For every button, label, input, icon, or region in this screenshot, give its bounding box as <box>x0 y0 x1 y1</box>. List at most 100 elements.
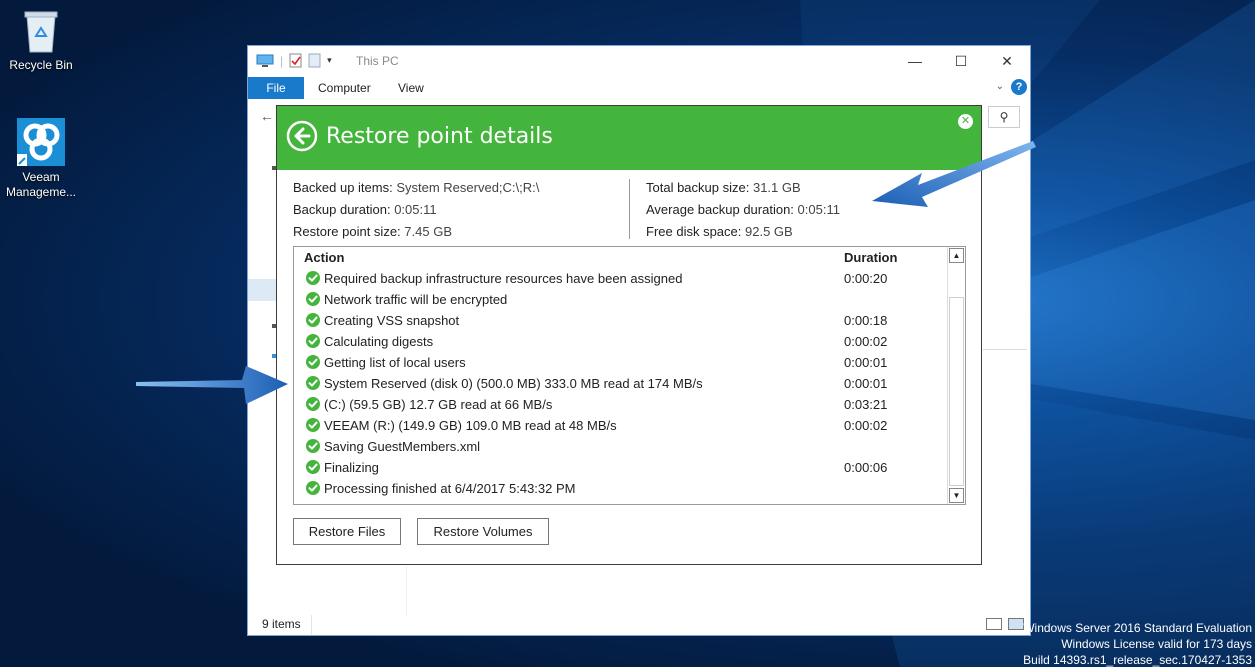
new-folder-icon[interactable] <box>308 53 321 68</box>
explorer-title-bar[interactable]: | ▾ This PC — ☐ ✕ <box>248 46 1030 76</box>
info-key: Free disk space: <box>646 224 742 239</box>
large-icons-view-icon[interactable] <box>1008 618 1024 630</box>
info-row: Restore point size: 7.45 GB <box>293 221 539 243</box>
success-check-icon <box>306 481 320 495</box>
info-key: Backup duration: <box>293 202 391 217</box>
maximize-button[interactable]: ☐ <box>938 50 984 72</box>
table-row[interactable]: Network traffic will be encrypted <box>294 289 947 310</box>
table-header: Action Duration <box>294 247 947 267</box>
row-action: VEEAM (R:) (149.9 GB) 109.0 MB read at 4… <box>324 418 617 433</box>
close-icon[interactable]: ✕ <box>958 114 973 129</box>
row-duration: 0:00:01 <box>844 376 888 391</box>
divider <box>983 349 1027 350</box>
desktop-icon-recycle-bin[interactable]: Recycle Bin <box>0 8 82 73</box>
watermark-line: Build 14393.rs1_release_sec.170427-1353 <box>1023 653 1252 667</box>
restore-volumes-button[interactable]: Restore Volumes <box>417 518 549 545</box>
watermark-line: Windows License valid for 173 days <box>1061 637 1252 651</box>
table-row[interactable]: Finalizing 0:00:06 <box>294 457 947 478</box>
quick-access-toolbar: | ▾ <box>256 53 332 68</box>
minimize-button[interactable]: — <box>892 50 938 72</box>
success-check-icon <box>306 355 320 369</box>
details-view-icon[interactable] <box>986 618 1002 630</box>
table-row[interactable]: Saving GuestMembers.xml <box>294 436 947 457</box>
table-row[interactable]: Required backup infrastructure resources… <box>294 268 947 289</box>
info-key: Restore point size: <box>293 224 401 239</box>
status-item-count: 9 items <box>262 617 301 631</box>
success-check-icon <box>306 418 320 432</box>
veeam-icon <box>17 118 65 166</box>
help-icon[interactable]: ? <box>1011 79 1027 95</box>
back-circle-icon[interactable] <box>286 120 318 152</box>
watermark-line: Windows Server 2016 Standard Evaluation <box>1023 621 1252 635</box>
nav-pane-selected-item[interactable] <box>248 279 276 301</box>
windows-watermark: Windows Server 2016 Standard Evaluation … <box>1023 620 1252 667</box>
info-value: 92.5 GB <box>745 224 793 239</box>
tab-view[interactable]: View <box>398 81 424 95</box>
toolbar-separator: | <box>280 53 284 68</box>
scrollbar-thumb[interactable] <box>949 297 964 486</box>
row-action: Processing finished at 6/4/2017 5:43:32 … <box>324 481 576 496</box>
info-row: Backed up items: System Reserved;C:\;R:\ <box>293 177 539 199</box>
row-duration: 0:03:21 <box>844 397 888 412</box>
success-check-icon <box>306 292 320 306</box>
column-header-duration[interactable]: Duration <box>844 250 897 265</box>
info-key: Total backup size: <box>646 180 750 195</box>
tab-computer[interactable]: Computer <box>318 81 371 95</box>
info-key: Backed up items: <box>293 180 393 195</box>
back-arrow-icon[interactable]: ← <box>260 108 274 124</box>
info-row: Total backup size: 31.1 GB <box>646 177 840 199</box>
divider <box>406 566 407 616</box>
success-check-icon <box>306 271 320 285</box>
row-action: Required backup infrastructure resources… <box>324 271 683 286</box>
customize-toolbar-icon[interactable]: ▾ <box>327 55 332 66</box>
table-row[interactable]: Creating VSS snapshot 0:00:18 <box>294 310 947 331</box>
backup-summary-left: Backed up items: System Reserved;C:\;R:\… <box>293 177 539 243</box>
divider <box>629 179 630 239</box>
divider <box>311 615 312 635</box>
info-value: 0:05:11 <box>394 202 437 217</box>
desktop-icon-veeam[interactable]: Veeam Manageme... <box>0 118 82 200</box>
row-duration: 0:00:06 <box>844 460 888 475</box>
backup-summary-right: Total backup size: 31.1 GB Average backu… <box>646 177 840 243</box>
table-body: Required backup infrastructure resources… <box>294 268 947 499</box>
properties-icon[interactable] <box>289 53 302 68</box>
action-log-table[interactable]: Action Duration Required backup infrastr… <box>293 246 966 505</box>
row-duration: 0:00:18 <box>844 313 888 328</box>
table-row[interactable]: Getting list of local users 0:00:01 <box>294 352 947 373</box>
row-duration: 0:00:20 <box>844 271 888 286</box>
chevron-down-icon[interactable]: ⌄ <box>996 81 1004 92</box>
info-value: 0:05:11 <box>797 202 840 217</box>
scroll-down-icon[interactable]: ▼ <box>949 488 964 503</box>
tab-file[interactable]: File <box>248 77 304 99</box>
table-row[interactable]: Processing finished at 6/4/2017 5:43:32 … <box>294 478 947 499</box>
row-action: Creating VSS snapshot <box>324 313 460 328</box>
vertical-scrollbar[interactable]: ▲ ▼ <box>947 247 965 504</box>
row-duration: 0:00:02 <box>844 334 888 349</box>
success-check-icon <box>306 334 320 348</box>
row-action: (C:) (59.5 GB) 12.7 GB read at 66 MB/s <box>324 397 553 412</box>
scroll-up-icon[interactable]: ▲ <box>949 248 964 263</box>
table-row[interactable]: System Reserved (disk 0) (500.0 MB) 333.… <box>294 373 947 394</box>
success-check-icon <box>306 313 320 327</box>
computer-icon[interactable] <box>256 54 274 68</box>
close-button[interactable]: ✕ <box>984 50 1030 72</box>
search-icon[interactable]: ⚲ <box>988 106 1020 128</box>
success-check-icon <box>306 460 320 474</box>
success-check-icon <box>306 376 320 390</box>
info-value: 7.45 GB <box>404 224 452 239</box>
success-check-icon <box>306 439 320 453</box>
ribbon-tabs: File Computer View ⌄ ? <box>248 77 1030 99</box>
column-header-action[interactable]: Action <box>304 250 344 265</box>
info-row: Backup duration: 0:05:11 <box>293 199 539 221</box>
row-action: Finalizing <box>324 460 379 475</box>
info-value: 31.1 GB <box>752 180 801 195</box>
table-row[interactable]: VEEAM (R:) (149.9 GB) 109.0 MB read at 4… <box>294 415 947 436</box>
table-row[interactable]: Calculating digests 0:00:02 <box>294 331 947 352</box>
restore-files-button[interactable]: Restore Files <box>293 518 401 545</box>
row-action: Calculating digests <box>324 334 434 349</box>
restore-point-details-dialog: Restore point details ✕ Backed up items:… <box>276 105 982 565</box>
desktop-icon-label: Recycle Bin <box>9 58 73 72</box>
desktop-icon-label: Veeam Manageme... <box>5 170 77 199</box>
table-row[interactable]: (C:) (59.5 GB) 12.7 GB read at 66 MB/s 0:… <box>294 394 947 415</box>
dialog-header: Restore point details ✕ <box>277 106 981 170</box>
